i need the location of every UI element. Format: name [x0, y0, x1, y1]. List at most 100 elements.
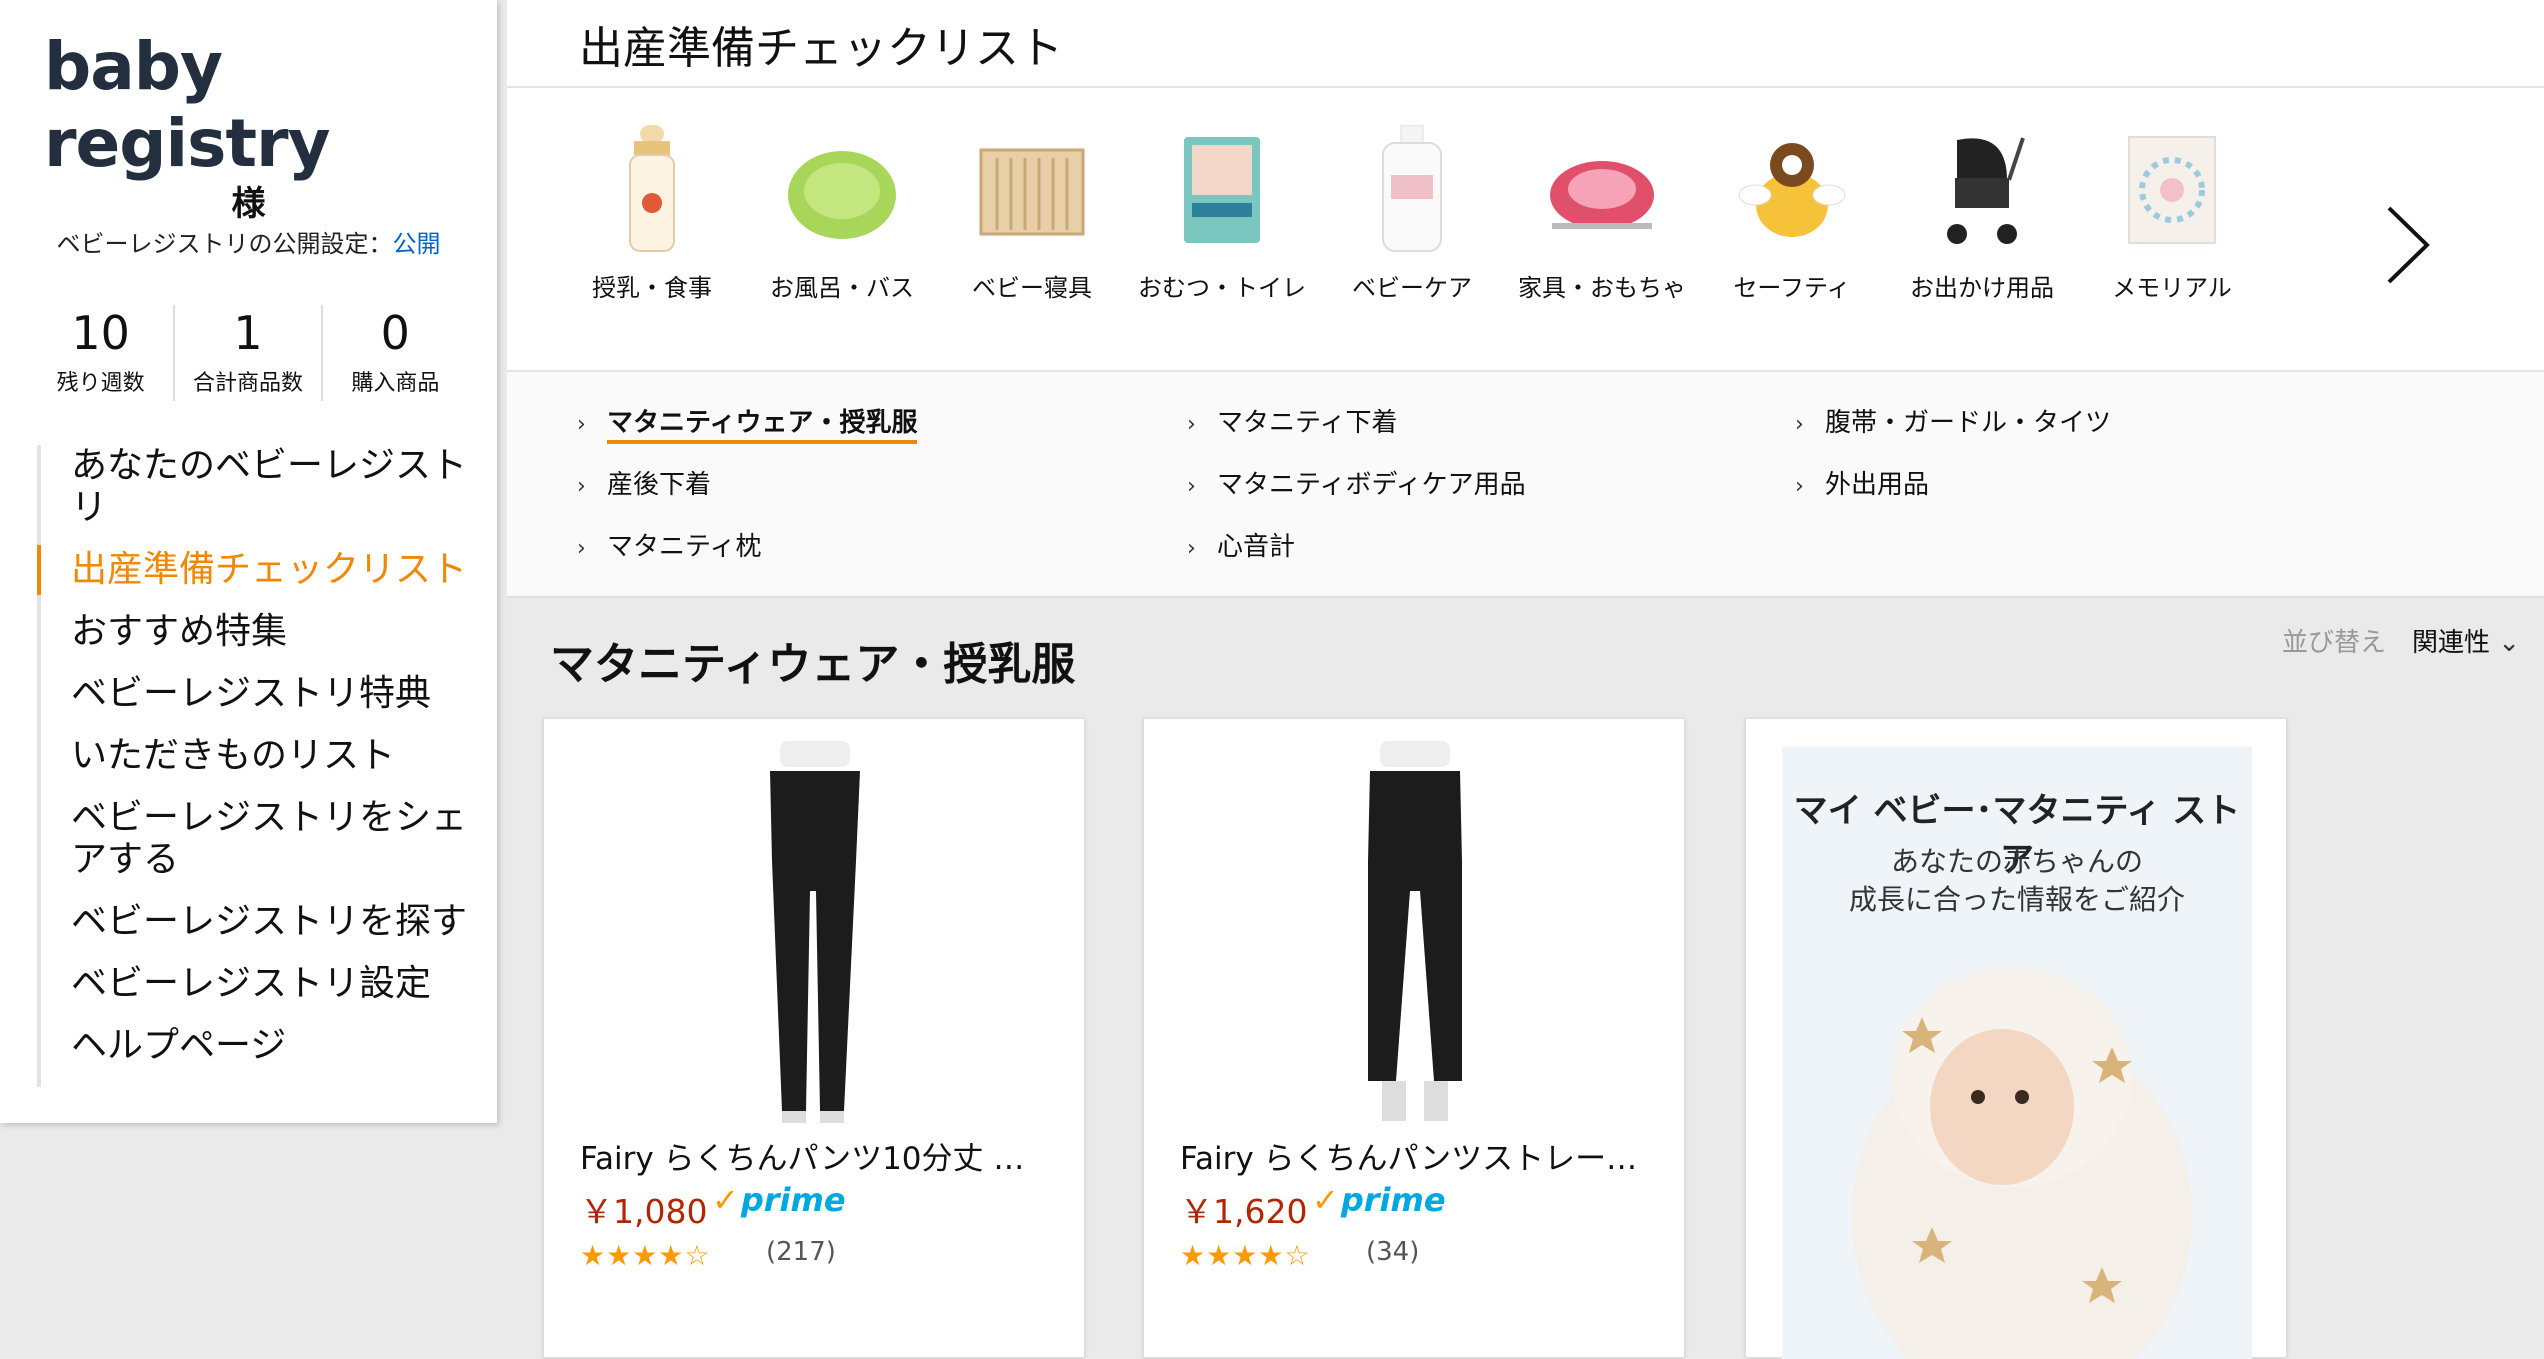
product-title[interactable]: Fairy らくちんパンツ10分丈 ベ…	[580, 1133, 1050, 1178]
product-title[interactable]: Fairy らくちんパンツストレート…	[1180, 1133, 1650, 1178]
ad-banner[interactable]: マイ ベビー･マタニティ ストア あなたの赤ちゃんの 成長に合った情報をご紹介	[1745, 718, 2287, 1359]
nav-item-gift-list[interactable]: いただきものリスト	[41, 735, 477, 777]
nav-item-settings[interactable]: ベビーレジストリ設定	[41, 963, 477, 1005]
category-label: ベビーケア	[1352, 274, 1472, 302]
category-label: ベビー寝具	[972, 274, 1092, 302]
category-label: 家具・おもちゃ	[1518, 274, 1686, 302]
subcategory-label: 外出用品	[1825, 470, 1930, 500]
carousel-next-button[interactable]	[2379, 200, 2439, 290]
category-outing[interactable]: お出かけ用品	[1887, 110, 2077, 306]
diapers-icon	[1127, 110, 1317, 270]
category-furniture-toys[interactable]: 家具・おもちゃ	[1507, 110, 1697, 306]
review-count[interactable]: (34)	[1366, 1237, 1419, 1267]
nav-item-recommended[interactable]: おすすめ特集	[41, 611, 477, 653]
bouncer-icon	[1507, 110, 1697, 270]
sort-value: 関連性	[2412, 628, 2491, 658]
prime-label: prime	[740, 1181, 846, 1219]
check-icon: ✓	[712, 1181, 739, 1219]
product-image[interactable]	[1144, 741, 1686, 1131]
nav-item-find[interactable]: ベビーレジストリを探す	[41, 901, 477, 943]
subcategory-maternity-pillow[interactable]: › マタニティ枕	[577, 526, 761, 563]
head-guard-icon	[1697, 110, 1887, 270]
subcategory-outing-goods[interactable]: › 外出用品	[1795, 464, 1929, 501]
product-price: ￥1,080	[580, 1192, 708, 1231]
review-count[interactable]: (217)	[766, 1237, 836, 1267]
nav-item-help[interactable]: ヘルプページ	[41, 1025, 477, 1067]
subcategory-label: 腹帯・ガードル・タイツ	[1825, 408, 2112, 438]
stat-number: 10	[71, 306, 130, 360]
chevron-down-icon: ⌄	[2498, 628, 2521, 658]
stat-number: 1	[233, 306, 263, 360]
subcategory-body-care[interactable]: › マタニティボディケア用品	[1187, 464, 1526, 501]
baby-photo	[1852, 967, 2192, 1359]
category-diapers[interactable]: おむつ・トイレ	[1127, 110, 1317, 306]
stat-label: 合計商品数	[192, 371, 303, 396]
category-bedding[interactable]: ベビー寝具	[937, 110, 1127, 306]
memorial-frame-icon	[2077, 110, 2267, 270]
subcategory-postpartum-underwear[interactable]: › 産後下着	[577, 464, 711, 501]
baby-bottle-icon	[557, 110, 747, 270]
stat-total-items: 1 合計商品数	[175, 305, 323, 401]
nav-item-your-registry[interactable]: あなたのベビーレジストリ	[41, 445, 477, 529]
check-icon: ✓	[1312, 1181, 1339, 1219]
subcategory-label: 産後下着	[607, 470, 712, 500]
greeting: 様	[231, 184, 266, 224]
privacy-link[interactable]: 公開	[393, 230, 441, 258]
product-card[interactable]: Fairy らくちんパンツ10分丈 ベ… ￥1,080 ✓prime ★★★★☆…	[543, 718, 1085, 1358]
lotion-icon	[1317, 110, 1507, 270]
chevron-right-icon: ›	[577, 474, 586, 499]
category-safety[interactable]: セーフティ	[1697, 110, 1887, 306]
category-memorial[interactable]: メモリアル	[2077, 110, 2267, 306]
category-feeding[interactable]: 授乳・食事	[557, 110, 747, 306]
baby-registry-logo[interactable]: baby registry	[44, 28, 497, 182]
chevron-right-icon	[2387, 206, 2430, 284]
nav-item-benefits[interactable]: ベビーレジストリ特典	[41, 673, 477, 715]
stat-purchased: 0 購入商品	[323, 305, 468, 401]
product-price: ￥1,620	[1180, 1192, 1308, 1231]
prime-badge: ✓prime	[1312, 1181, 1446, 1219]
subcategory-maternity-underwear[interactable]: › マタニティ下着	[1187, 402, 1397, 439]
subcategory-label: マタニティ枕	[607, 532, 762, 562]
category-bath[interactable]: お風呂・バス	[747, 110, 937, 306]
prime-badge: ✓prime	[712, 1181, 846, 1219]
subcategory-maternity-wear[interactable]: › マタニティウェア・授乳服	[577, 402, 918, 444]
subcategory-fetal-doppler[interactable]: › 心音計	[1187, 526, 1295, 563]
product-image[interactable]	[544, 741, 1086, 1131]
subcategory-label: 心音計	[1217, 532, 1296, 562]
star-rating[interactable]: ★★★★☆	[1180, 1239, 1311, 1272]
prime-label: prime	[1340, 1181, 1446, 1219]
category-label: お出かけ用品	[1910, 274, 2054, 302]
category-label: おむつ・トイレ	[1138, 274, 1306, 302]
stat-label: 購入商品	[351, 371, 440, 396]
chevron-right-icon: ›	[577, 412, 586, 437]
sidebar: baby registry 様 ベビーレジストリの公開設定：公開 10 残り週数 …	[0, 0, 497, 1123]
nav-item-share[interactable]: ベビーレジストリをシェアする	[41, 797, 477, 881]
section-title: マタニティウェア・授乳服	[550, 639, 1076, 690]
category-label: 授乳・食事	[592, 274, 712, 302]
chevron-right-icon: ›	[1795, 412, 1804, 437]
stroller-icon	[1887, 110, 2077, 270]
category-label: メモリアル	[2112, 274, 2232, 302]
subcategory-belly-band[interactable]: › 腹帯・ガードル・タイツ	[1795, 402, 2111, 439]
subcategory-label: マタニティウェア・授乳服	[607, 408, 918, 444]
chevron-right-icon: ›	[577, 536, 586, 561]
star-rating[interactable]: ★★★★☆	[580, 1239, 711, 1272]
registry-stats: 10 残り週数 1 合計商品数 0 購入商品	[28, 305, 468, 401]
chevron-right-icon: ›	[1795, 474, 1804, 499]
sidebar-nav: あなたのベビーレジストリ 出産準備チェックリスト おすすめ特集 ベビーレジストリ…	[37, 445, 477, 1087]
sort-control[interactable]: 並び替え 関連性 ⌄	[2282, 622, 2520, 659]
nav-item-checklist[interactable]: 出産準備チェックリスト	[37, 545, 477, 595]
crib-icon	[937, 110, 1127, 270]
subcategory-label: マタニティボディケア用品	[1217, 470, 1526, 500]
privacy-setting: ベビーレジストリの公開設定：公開	[0, 224, 497, 259]
subcategory-label: マタニティ下着	[1217, 408, 1398, 438]
sort-label: 並び替え	[2282, 628, 2387, 658]
chevron-right-icon: ›	[1187, 536, 1196, 561]
stat-label: 残り週数	[56, 371, 145, 396]
product-card[interactable]: Fairy らくちんパンツストレート… ￥1,620 ✓prime ★★★★☆ …	[1143, 718, 1685, 1358]
ad-image[interactable]: マイ ベビー･マタニティ ストア あなたの赤ちゃんの 成長に合った情報をご紹介	[1782, 747, 2252, 1359]
divider	[507, 86, 2544, 88]
category-baby-care[interactable]: ベビーケア	[1317, 110, 1507, 306]
category-label: お風呂・バス	[770, 274, 914, 302]
stat-weeks-left: 10 残り週数	[28, 305, 176, 401]
